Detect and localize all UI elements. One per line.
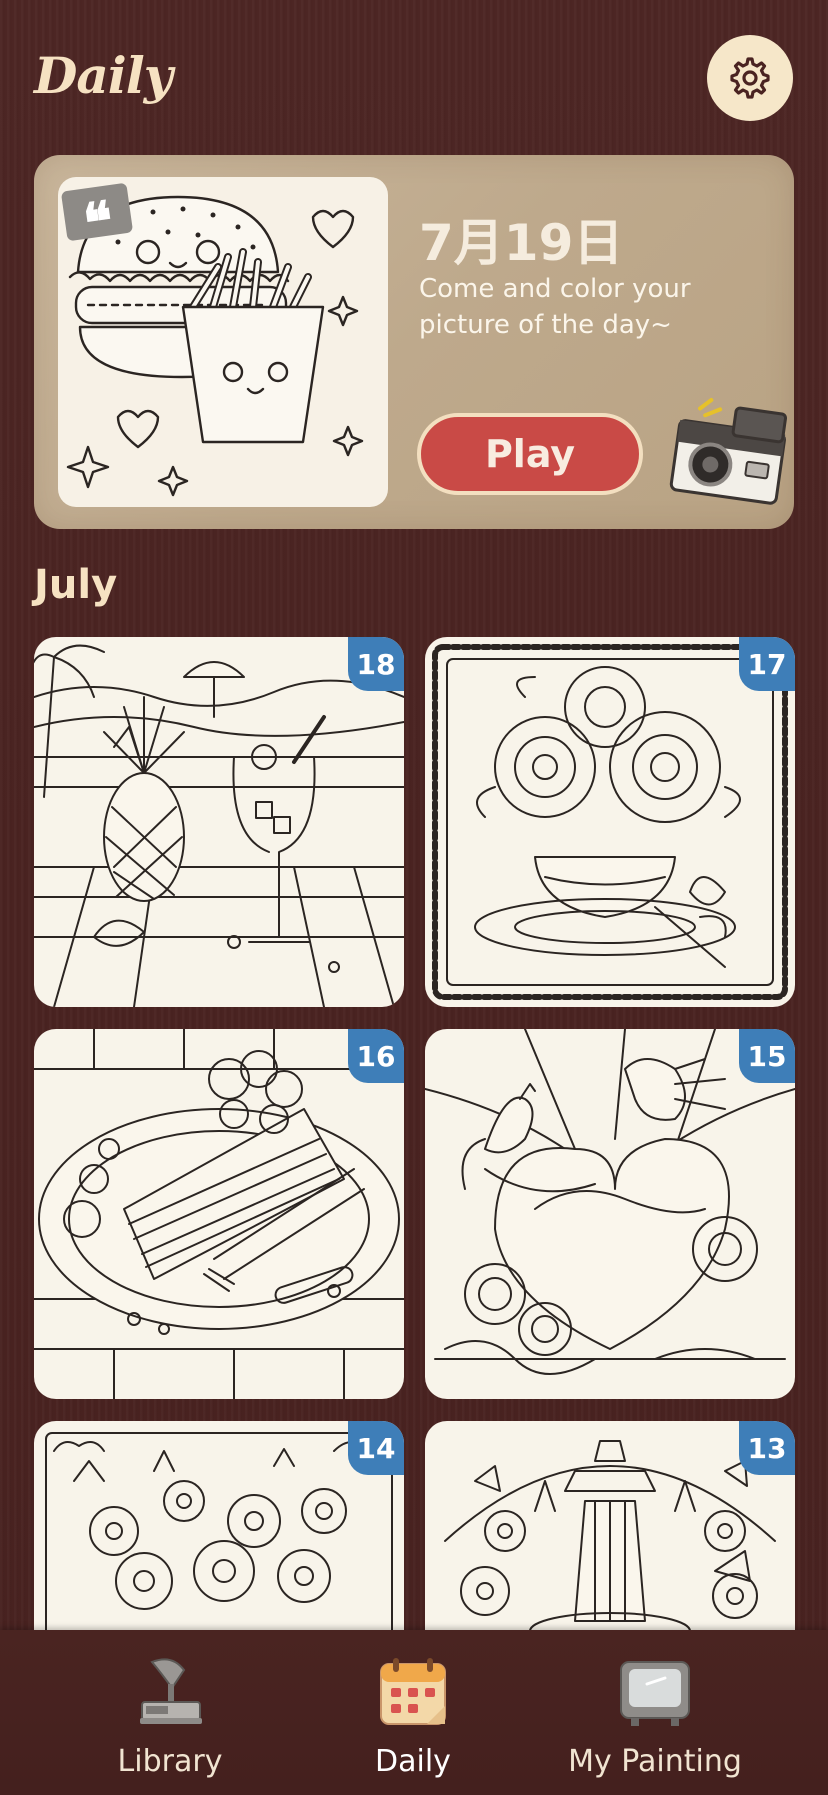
nav-daily-label: Daily [375, 1744, 451, 1779]
nav-my-painting-label: My Painting [568, 1744, 742, 1779]
day-badge: 16 [348, 1029, 404, 1083]
page-title: Daily [34, 46, 173, 105]
bottom-nav: Library Daily My Painting [0, 1630, 828, 1795]
card-picture-berry-cake [34, 1029, 404, 1399]
quote-icon: ❝ [60, 182, 134, 256]
calendar-icon [380, 1658, 446, 1725]
gear-icon [730, 57, 770, 99]
day-badge: 18 [348, 637, 404, 691]
day-badge: 13 [739, 1421, 795, 1475]
daily-card[interactable]: 15 [425, 1029, 795, 1399]
card-picture-peony-teacup [432, 644, 788, 1000]
card-picture-pineapple-cocktail [34, 644, 404, 1007]
day-badge: 15 [739, 1029, 795, 1083]
nav-library-label: Library [117, 1744, 223, 1779]
hero-picture-burger-fries[interactable]: ❝ [58, 177, 388, 507]
day-badge: 17 [739, 637, 795, 691]
play-button[interactable]: Play [417, 413, 643, 495]
settings-button[interactable] [707, 35, 793, 121]
nav-my-painting[interactable]: My Painting [560, 1630, 750, 1795]
hero-subtitle: Come and color your picture of the day~ [419, 274, 691, 340]
month-heading: July [34, 562, 118, 608]
gramophone-icon [140, 1658, 202, 1724]
hero-date: 7月19日 [419, 214, 624, 272]
nav-library[interactable]: Library [90, 1630, 250, 1795]
daily-card[interactable]: 18 [34, 637, 404, 1007]
day-badge: 14 [348, 1421, 404, 1475]
card-picture-birds-heart-roses [425, 1029, 795, 1375]
daily-card[interactable]: 16 [34, 1029, 404, 1399]
daily-hero-card[interactable]: ❝ 7月19日 Come and color your picture of t… [34, 155, 794, 529]
daily-card[interactable]: 17 [425, 637, 795, 1007]
tv-icon [620, 1661, 690, 1726]
nav-daily[interactable]: Daily [333, 1630, 493, 1795]
instant-camera-icon [669, 398, 788, 505]
